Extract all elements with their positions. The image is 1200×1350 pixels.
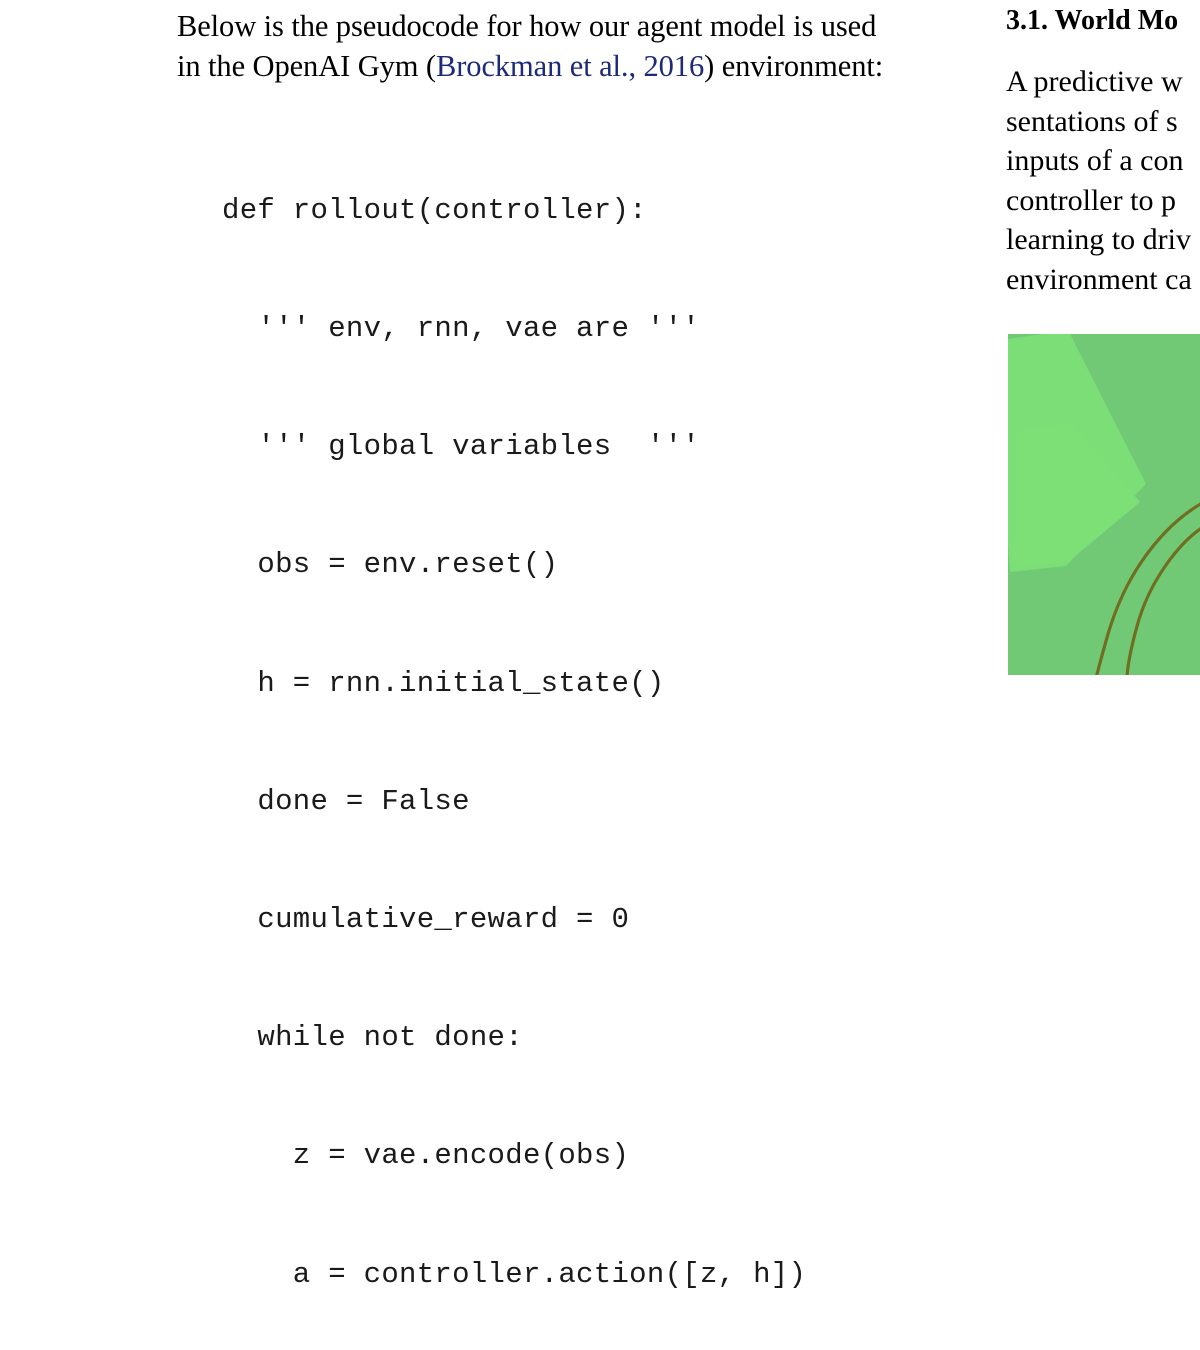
body-line: A predictive w: [1006, 65, 1183, 98]
body-line: sentations of s: [1006, 104, 1178, 138]
left-column: Below is the pseudocode for how our agen…: [177, 0, 967, 1291]
code-line: def rollout(controller):: [222, 193, 647, 227]
code-line: obs = env.reset(): [222, 548, 559, 582]
code-line: while not done:: [222, 1021, 523, 1055]
code-line: z = vae.encode(obs): [222, 1139, 630, 1173]
code-line: a = controller.action([z, h]): [222, 1257, 807, 1291]
body-line: learning to driv: [1006, 223, 1191, 257]
intro-line-2-pre: in the OpenAI Gym (: [177, 49, 436, 83]
body-line: environment ca: [1006, 262, 1192, 296]
section-heading-world-model: 3.1. World Mo: [1006, 5, 1179, 36]
intro-line-1: Below is the pseudocode for how our agen…: [177, 9, 877, 43]
paper-page: Below is the pseudocode for how our agen…: [0, 0, 1200, 1291]
code-line: h = rnn.initial_state(): [222, 666, 665, 700]
body-line: controller to p: [1006, 183, 1176, 217]
figure-car-racing-frame: [1008, 334, 1200, 675]
body-paragraph: A predictive w sentations of s inputs of…: [1006, 38, 1200, 300]
car-racing-illustration: [1008, 334, 1200, 675]
code-line: cumulative_reward = 0: [222, 903, 630, 937]
body-line: inputs of a con: [1006, 144, 1184, 178]
intro-line-2-post: ) environment:: [704, 49, 884, 83]
pseudocode-block: def rollout(controller): ''' env, rnn, v…: [222, 112, 982, 1350]
citation-link-brockman[interactable]: Brockman et al., 2016: [436, 49, 704, 83]
code-line: ''' env, rnn, vae are ''': [222, 312, 700, 346]
code-line: ''' global variables ''': [222, 430, 700, 464]
intro-paragraph: Below is the pseudocode for how our agen…: [177, 0, 967, 86]
code-line: done = False: [222, 784, 470, 818]
